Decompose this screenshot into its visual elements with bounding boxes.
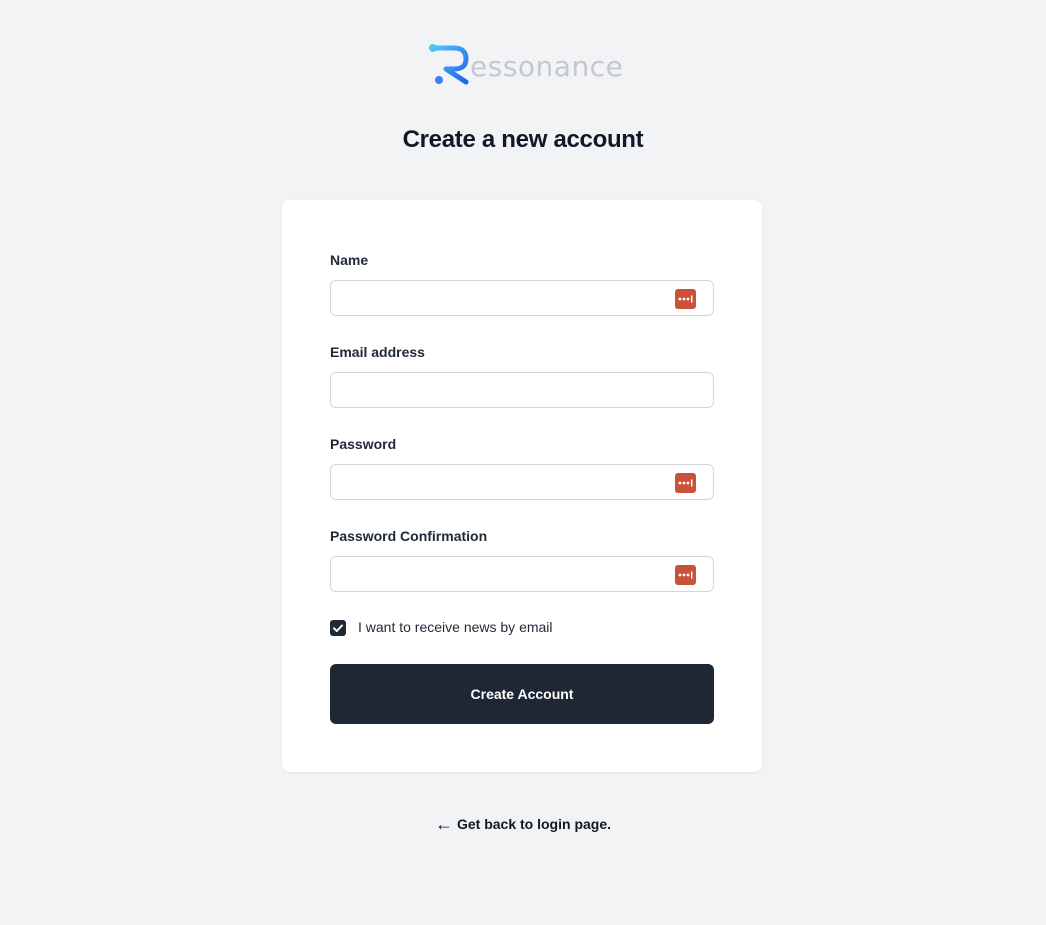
back-to-login-label: Get back to login page. — [456, 816, 612, 832]
brand-name: essonance — [470, 50, 624, 83]
password-label: Password — [330, 436, 397, 452]
email-label: Email address — [330, 344, 425, 360]
password-manager-icon[interactable] — [675, 565, 696, 585]
password-input[interactable] — [331, 465, 685, 499]
password-manager-icon[interactable] — [675, 473, 696, 493]
name-field[interactable] — [330, 280, 714, 316]
password-manager-icon[interactable] — [675, 289, 696, 309]
password-field[interactable] — [330, 464, 714, 500]
newsletter-checkbox[interactable] — [330, 620, 346, 636]
newsletter-label[interactable]: I want to receive news by email — [358, 619, 553, 635]
page-title: Create a new account — [402, 126, 644, 153]
check-icon — [333, 624, 343, 632]
name-input[interactable] — [331, 281, 685, 315]
r-logo-icon — [429, 44, 469, 85]
password-confirmation-input[interactable] — [331, 557, 685, 591]
password-confirmation-field[interactable] — [330, 556, 714, 592]
back-to-login-link[interactable]: ← Get back to login page. — [0, 815, 1046, 833]
email-field[interactable] — [330, 372, 714, 408]
password-confirmation-label: Password Confirmation — [330, 528, 488, 544]
brand-logo: essonance — [428, 42, 623, 86]
email-input[interactable] — [331, 373, 685, 407]
arrow-left-icon: ← — [434, 814, 453, 834]
name-label: Name — [330, 252, 369, 268]
create-account-button[interactable]: Create Account — [330, 664, 714, 724]
register-form-card: Name Email address Password Password Con… — [282, 200, 762, 772]
